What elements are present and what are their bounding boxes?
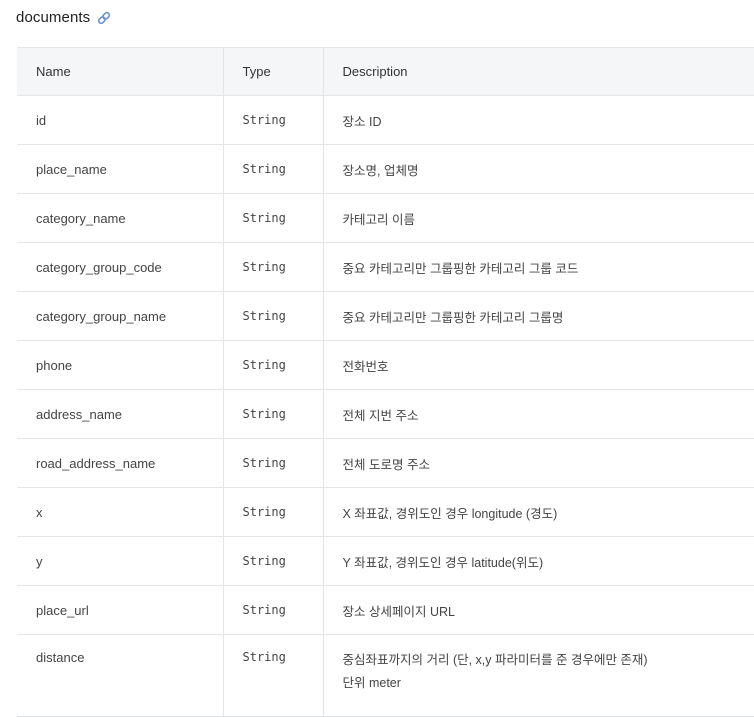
description-line: 단위 meter [343, 672, 754, 695]
field-type-cell: String [223, 341, 323, 390]
description-line: 장소 ID [343, 111, 754, 130]
documents-table-container: Name Type Description idString장소 IDplace… [17, 47, 754, 717]
field-name-cell: category_group_code [17, 243, 223, 292]
description-line: 중심좌표까지의 거리 (단, x,y 파라미터를 준 경우에만 존재) [343, 649, 754, 672]
field-name-cell: phone [17, 341, 223, 390]
table-row: category_group_codeString 중요 카테고리만 그룹핑한 카… [17, 243, 754, 292]
field-type-cell: String [223, 586, 323, 635]
description-line: 전화번호 [343, 356, 754, 375]
field-description-cell: 중요 카테고리만 그룹핑한 카테고리 그룹 코드 [323, 243, 754, 292]
field-description-cell: 전화번호 [323, 341, 754, 390]
field-description-cell: 장소 ID [323, 96, 754, 145]
field-name-cell: road_address_name [17, 439, 223, 488]
table-row: phoneString 전화번호 [17, 341, 754, 390]
field-description-cell: Y 좌표값, 경위도인 경우 latitude(위도) [323, 537, 754, 586]
table-row: category_nameString 카테고리 이름 [17, 194, 754, 243]
field-type-cell: String [223, 439, 323, 488]
field-type-cell: String [223, 243, 323, 292]
description-line: 장소 상세페이지 URL [343, 601, 754, 620]
header-name: Name [17, 48, 223, 96]
header-type: Type [223, 48, 323, 96]
field-name-cell: place_name [17, 145, 223, 194]
description-line: X 좌표값, 경위도인 경우 longitude (경도) [343, 503, 754, 522]
description-line: 전체 도로명 주소 [343, 454, 754, 473]
field-description-cell: X 좌표값, 경위도인 경우 longitude (경도) [323, 488, 754, 537]
field-type-cell: String [223, 635, 323, 717]
description-line: 장소명, 업체명 [343, 160, 754, 179]
table-header-row: Name Type Description [17, 48, 754, 96]
field-type-cell: String [223, 145, 323, 194]
description-line: 중요 카테고리만 그룹핑한 카테고리 그룹 코드 [343, 258, 754, 277]
field-name-cell: x [17, 488, 223, 537]
table-row: distanceString중심좌표까지의 거리 (단, x,y 파라미터를 준… [17, 635, 754, 717]
table-row: idString 장소 ID [17, 96, 754, 145]
documents-table: Name Type Description idString장소 IDplace… [17, 47, 754, 717]
field-name-cell: address_name [17, 390, 223, 439]
table-row: category_group_nameString 중요 카테고리만 그룹핑한 카… [17, 292, 754, 341]
field-name-cell: category_group_name [17, 292, 223, 341]
table-row: place_urlString 장소 상세페이지 URL [17, 586, 754, 635]
field-description-cell: 카테고리 이름 [323, 194, 754, 243]
field-name-cell: distance [17, 635, 223, 717]
field-description-cell: 장소명, 업체명 [323, 145, 754, 194]
table-row: xString X 좌표값, 경위도인 경우 longitude (경도) [17, 488, 754, 537]
field-description-cell: 중심좌표까지의 거리 (단, x,y 파라미터를 준 경우에만 존재)단위 me… [323, 635, 754, 717]
description-line: 전체 지번 주소 [343, 405, 754, 424]
description-line: 중요 카테고리만 그룹핑한 카테고리 그룹명 [343, 307, 754, 326]
field-name-cell: y [17, 537, 223, 586]
description-line: Y 좌표값, 경위도인 경우 latitude(위도) [343, 552, 754, 571]
field-description-cell: 장소 상세페이지 URL [323, 586, 754, 635]
field-description-cell: 전체 도로명 주소 [323, 439, 754, 488]
description-line: 카테고리 이름 [343, 209, 754, 228]
section-header: documents [16, 9, 112, 26]
field-name-cell: place_url [17, 586, 223, 635]
table-row: place_nameString 장소명, 업체명 [17, 145, 754, 194]
field-type-cell: String [223, 292, 323, 341]
section-title: documents [16, 9, 90, 26]
link-icon[interactable] [96, 10, 112, 26]
field-type-cell: String [223, 488, 323, 537]
field-type-cell: String [223, 194, 323, 243]
field-name-cell: id [17, 96, 223, 145]
field-type-cell: String [223, 390, 323, 439]
table-row: road_address_nameString 전체 도로명 주소 [17, 439, 754, 488]
field-description-cell: 전체 지번 주소 [323, 390, 754, 439]
field-type-cell: String [223, 96, 323, 145]
table-row: address_nameString 전체 지번 주소 [17, 390, 754, 439]
table-row: yString Y 좌표값, 경위도인 경우 latitude(위도) [17, 537, 754, 586]
field-name-cell: category_name [17, 194, 223, 243]
field-type-cell: String [223, 537, 323, 586]
field-description-cell: 중요 카테고리만 그룹핑한 카테고리 그룹명 [323, 292, 754, 341]
header-description: Description [323, 48, 754, 96]
